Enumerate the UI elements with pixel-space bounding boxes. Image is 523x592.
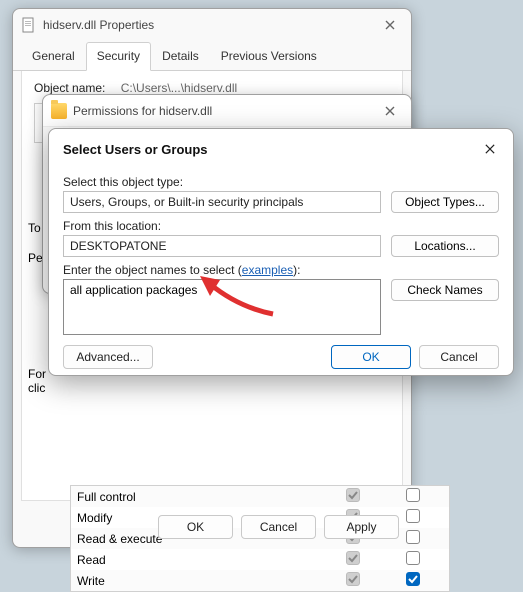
properties-tabs: General Security Details Previous Versio…: [13, 41, 411, 71]
tab-general[interactable]: General: [21, 42, 86, 71]
pe-fragment: Pe: [28, 251, 43, 265]
examples-link[interactable]: examples: [242, 263, 293, 277]
ok-button[interactable]: OK: [331, 345, 411, 369]
checkbox-allow[interactable]: [346, 551, 360, 565]
object-types-button[interactable]: Object Types...: [391, 191, 499, 213]
permissions-title: Permissions for hidserv.dll: [73, 104, 212, 118]
close-icon[interactable]: [375, 99, 405, 123]
perm-row: Read: [71, 549, 449, 570]
checkbox-allow[interactable]: [346, 488, 360, 502]
object-names-input[interactable]: [63, 279, 381, 335]
for-click-fragment: For clic: [28, 367, 46, 395]
apply-button[interactable]: Apply: [324, 515, 399, 539]
perm-row: Full control: [71, 486, 449, 507]
locations-button[interactable]: Locations...: [391, 235, 499, 257]
properties-footer: OK Cancel Apply: [158, 515, 399, 539]
object-type-label: Select this object type:: [63, 175, 499, 189]
object-names-label: Enter the object names to select (exampl…: [63, 263, 499, 277]
location-field: DESKTOPATONE: [63, 235, 381, 257]
close-icon[interactable]: [375, 13, 405, 37]
checkbox-deny[interactable]: [406, 551, 420, 565]
tab-previous-versions[interactable]: Previous Versions: [210, 42, 328, 71]
select-users-title: Select Users or Groups: [63, 142, 208, 157]
advanced-button[interactable]: Advanced...: [63, 345, 153, 369]
tab-details[interactable]: Details: [151, 42, 210, 71]
perm-row: Write: [71, 570, 449, 591]
select-users-footer: Advanced... OK Cancel: [63, 345, 499, 369]
checkbox-allow[interactable]: [346, 572, 360, 586]
properties-file-icon: [21, 17, 37, 33]
object-name-row: Object name: C:\Users\...\hidserv.dll: [34, 81, 390, 95]
ok-button[interactable]: OK: [158, 515, 233, 539]
folder-icon: [51, 103, 67, 119]
object-name-label: Object name:: [34, 81, 105, 95]
check-names-button[interactable]: Check Names: [391, 279, 499, 301]
object-name-value: C:\Users\...\hidserv.dll: [121, 81, 237, 95]
select-users-window: Select Users or Groups Select this objec…: [48, 128, 514, 376]
properties-title: hidserv.dll Properties: [43, 18, 154, 32]
properties-titlebar: hidserv.dll Properties: [13, 9, 411, 41]
cancel-button[interactable]: Cancel: [419, 345, 499, 369]
cancel-button[interactable]: Cancel: [241, 515, 316, 539]
permissions-titlebar: Permissions for hidserv.dll: [43, 95, 411, 127]
select-users-titlebar: Select Users or Groups: [49, 129, 513, 169]
object-type-field: Users, Groups, or Built-in security prin…: [63, 191, 381, 213]
checkbox-deny[interactable]: [406, 488, 420, 502]
close-icon[interactable]: [475, 137, 505, 161]
checkbox-deny[interactable]: [406, 530, 420, 544]
tab-security[interactable]: Security: [86, 42, 151, 71]
select-users-content: Select this object type: Users, Groups, …: [49, 175, 513, 379]
checkbox-deny[interactable]: [406, 572, 420, 586]
checkbox-deny[interactable]: [406, 509, 420, 523]
to-fragment: To: [28, 221, 41, 235]
location-label: From this location:: [63, 219, 499, 233]
